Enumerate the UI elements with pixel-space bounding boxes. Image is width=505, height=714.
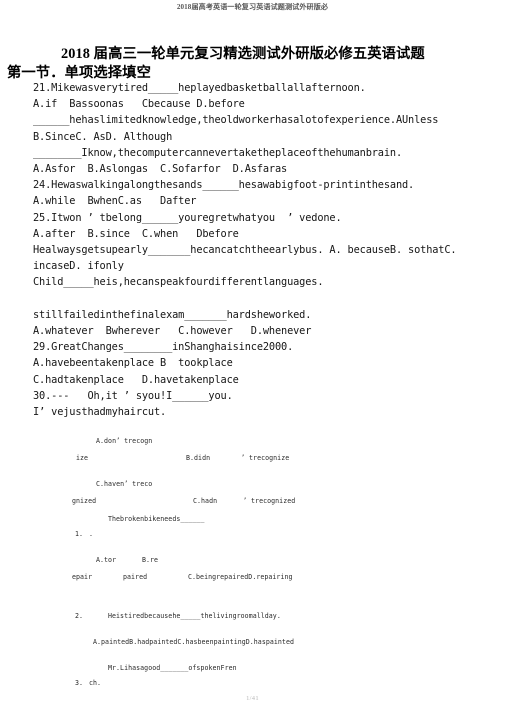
body-line: 24.Hewaswalkingalongthesands______hesawa…: [33, 179, 415, 192]
body-line: Healwaysgetsupearly_______hecancatchthee…: [33, 244, 457, 257]
small-text-fragment: Thebrokenbikeneeds______: [108, 515, 205, 523]
small-text-fragment: A.paintedB.hadpaintedC.hasbeenpaintingD.…: [93, 638, 294, 646]
body-line: 21.Mikewasverytired_____heplayedbasketba…: [33, 82, 366, 94]
small-text-fragment: 1.: [75, 530, 84, 538]
body-line: A.Asfor B.Aslongas C.Sofarfor D.Asfaras: [33, 163, 288, 176]
body-line: A.if Bassoonas Cbecause D.before: [33, 98, 245, 111]
section-heading: 第一节．单项选择填空: [7, 65, 151, 81]
small-text-fragment: A.tor: [96, 556, 117, 564]
body-line: stillfailedinthefinalexam_______hardshew…: [33, 308, 312, 321]
small-text-fragment: C.hadn: [193, 497, 218, 505]
body-line: B.SinceC. AsD. Although: [33, 130, 173, 143]
small-text-fragment: Heistiredbecausehe_____thelivingroomalld…: [108, 612, 281, 620]
body-text-block: 21.Mikewasverytired_____heplayedbasketba…: [33, 80, 495, 420]
body-line: [33, 291, 495, 307]
small-text-fragment: paired: [123, 573, 148, 581]
body-line: 30.--- Oh,it ’ syou!I______you.: [33, 389, 233, 402]
small-text-fragment: .: [89, 530, 94, 538]
body-line: A.while BwhenC.as Dafter: [33, 195, 197, 208]
body-line: 25.Itwon ’ tbelong______youregretwhatyou…: [33, 211, 342, 224]
small-text-fragment: C.haven’ treco: [96, 480, 153, 488]
body-line: ______hehaslimitedknowledge,theoldworker…: [33, 114, 439, 127]
body-line: I’ vejusthadmyhaircut.: [33, 406, 167, 419]
small-text-fragment: B.didn: [186, 454, 211, 462]
running-header: 2018届高考英语一轮复习英语试题测试外研版必: [176, 3, 329, 11]
page-title: 2018 届高三一轮单元复习精选测试外研版必修五英语试题: [33, 42, 478, 63]
small-text-fragment: 2.: [75, 612, 84, 620]
body-line: incaseD. ifonly: [33, 260, 124, 273]
page-number: 1/41: [246, 695, 259, 702]
small-text-fragment: A.don’ trecogn: [96, 437, 153, 445]
document-page: 2018届高考英语一轮复习英语试题测试外研版必 2018 届高三一轮单元复习精选…: [0, 0, 505, 714]
small-text-fragment: epair: [72, 573, 93, 581]
body-line: 29.GreatChanges________inShanghaisince20…: [33, 341, 294, 354]
small-text-fragment: Mr.Lihasagood_______ofspokenFren: [108, 664, 237, 672]
body-line: A.whatever Bwherever C.however D.wheneve…: [33, 325, 312, 338]
small-text-fragment: 3.: [75, 679, 84, 687]
small-text-fragment: B.re: [142, 556, 159, 564]
small-text-fragment: ch.: [89, 679, 102, 687]
body-line: C.hadtakenplace D.havetakenplace: [33, 373, 239, 386]
small-text-fragment: ize: [76, 454, 89, 462]
body-line: A.after B.since C.when Dbefore: [33, 227, 239, 240]
small-text-fragment: ’ trecognized: [243, 497, 296, 505]
body-line: ________Iknow,thecomputercannevertakethe…: [33, 146, 403, 159]
small-text-fragment: ’ trecognize: [241, 454, 290, 462]
page-title-text: 2018 届高三一轮单元复习精选测试外研版必修五英语试题: [61, 46, 425, 62]
small-text-fragment: C.beingrepairedD.repairing: [188, 573, 293, 581]
small-text-fragment: gnized: [72, 497, 97, 505]
body-line: Child_____heis,hecanspeakfourdifferentla…: [33, 276, 324, 289]
body-line: A.havebeentakenplace B tookplace: [33, 357, 233, 370]
